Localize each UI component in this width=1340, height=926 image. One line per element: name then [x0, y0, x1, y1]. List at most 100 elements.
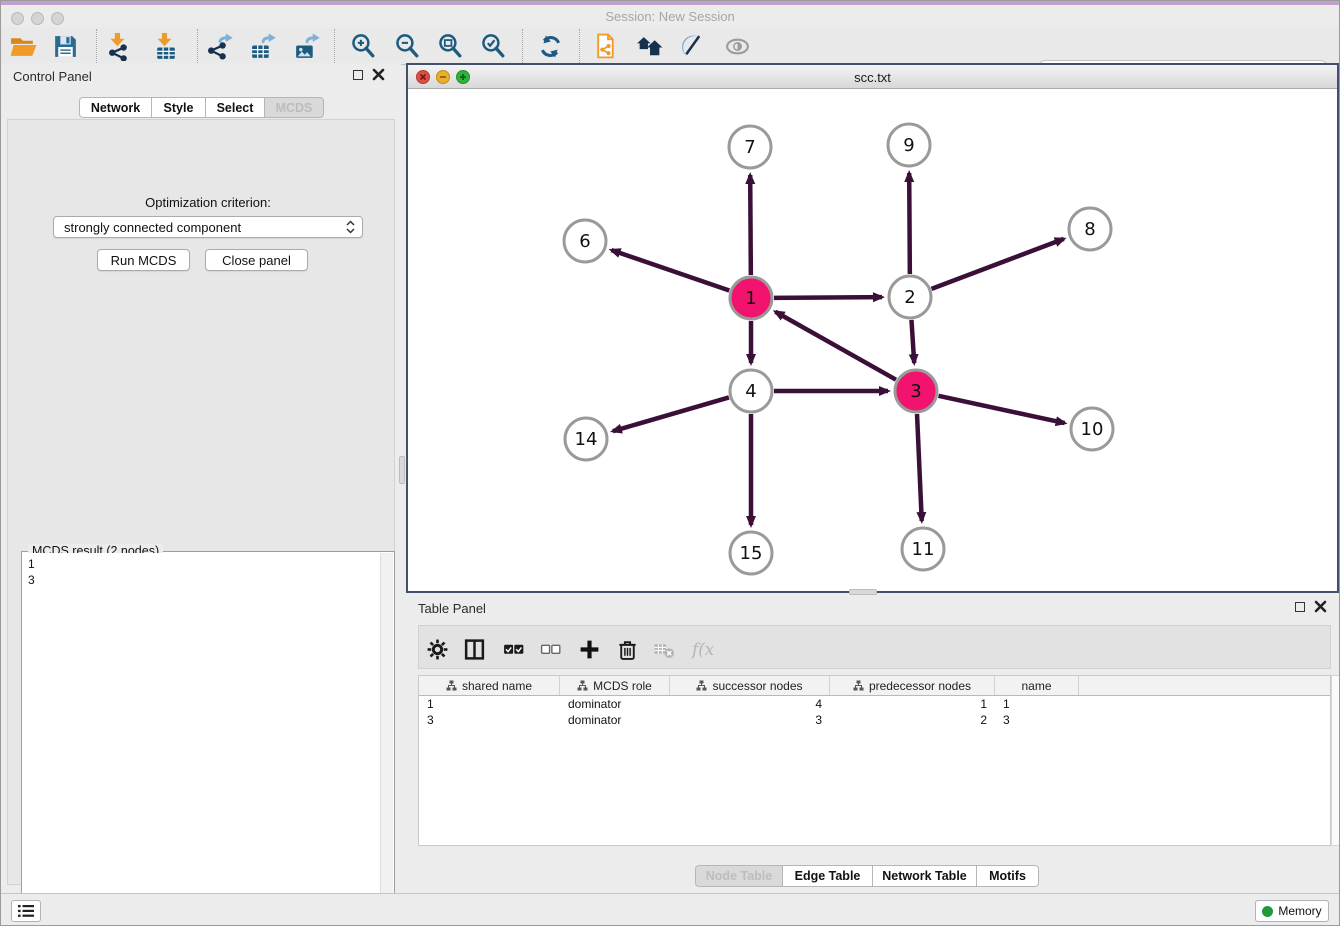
- table-cell[interactable]: 3: [419, 712, 560, 728]
- deselect-all-icon: [539, 638, 562, 661]
- graph-edge-3-1[interactable]: [775, 312, 896, 380]
- list-icon: [17, 904, 35, 918]
- tab-select[interactable]: Select: [206, 97, 265, 118]
- window-title: Session: New Session: [1, 9, 1339, 24]
- column-header-name[interactable]: name: [995, 676, 1079, 695]
- select-all-icon: [502, 638, 525, 661]
- close-panel-button[interactable]: Close panel: [205, 249, 308, 271]
- zoom-fit-button[interactable]: [433, 30, 467, 62]
- table-cell[interactable]: 1: [830, 696, 995, 712]
- table-cell[interactable]: dominator: [560, 712, 670, 728]
- tab-mcds[interactable]: MCDS: [265, 97, 324, 118]
- export-image-button[interactable]: [289, 30, 323, 62]
- export-network-button[interactable]: [202, 30, 236, 62]
- delete-column-button[interactable]: [614, 637, 640, 661]
- zoom-in-button[interactable]: [346, 30, 380, 62]
- network-view-window: scc.txt 7968124314101511: [406, 63, 1339, 593]
- task-history-button[interactable]: [11, 900, 41, 922]
- graph-edge-4-14[interactable]: [613, 397, 729, 431]
- column-header-MCDS-role[interactable]: MCDS role: [560, 676, 670, 695]
- memory-button[interactable]: Memory: [1255, 900, 1329, 922]
- tab-style[interactable]: Style: [152, 97, 206, 118]
- graph-node-label-14: 14: [575, 429, 598, 450]
- table-cell[interactable]: 3: [995, 712, 1079, 728]
- control-panel-header: Control Panel: [1, 63, 401, 89]
- graph-edge-2-9[interactable]: [909, 173, 910, 274]
- column-header-label: predecessor nodes: [869, 679, 971, 693]
- column-header-shared-name[interactable]: shared name: [419, 676, 560, 695]
- float-table-panel-icon[interactable]: [1295, 602, 1305, 612]
- column-type-icon: [853, 680, 864, 691]
- save-session-icon: [51, 32, 80, 61]
- app-window: Session: New Session Control Panel Netwo…: [0, 0, 1340, 926]
- refresh-icon: [536, 32, 565, 61]
- eye-button[interactable]: [720, 30, 754, 62]
- import-table-button[interactable]: [148, 30, 182, 62]
- criterion-dropdown[interactable]: strongly connected component: [53, 216, 363, 238]
- control-panel: Control Panel NetworkStyleSelectMCDS Opt…: [1, 63, 401, 893]
- panel-splitter-handle[interactable]: [399, 456, 405, 484]
- function-builder-button: f(x): [689, 637, 715, 661]
- column-header-predecessor-nodes[interactable]: predecessor nodes: [830, 676, 995, 695]
- network-canvas[interactable]: 7968124314101511: [408, 89, 1337, 590]
- details-button[interactable]: [675, 30, 709, 62]
- function-builder-icon: f(x): [691, 638, 714, 661]
- zoom-selected-button[interactable]: [476, 30, 510, 62]
- close-panel-icon[interactable]: [372, 68, 385, 81]
- select-all-button[interactable]: [500, 637, 526, 661]
- memory-status-icon: [1262, 906, 1273, 917]
- graph-edge-1-7[interactable]: [750, 175, 751, 275]
- import-table-icon: [151, 32, 180, 61]
- columns-button[interactable]: [461, 637, 487, 661]
- scrollbar[interactable]: [1331, 675, 1340, 846]
- export-table-button[interactable]: [245, 30, 279, 62]
- mcds-result-line: 1: [28, 556, 380, 572]
- scrollbar[interactable]: [380, 553, 393, 926]
- mcds-result-line: 3: [28, 572, 380, 588]
- criterion-dropdown-value: strongly connected component: [64, 220, 345, 235]
- toolbar-separator: [579, 29, 580, 63]
- column-header-label: successor nodes: [712, 679, 802, 693]
- tab-motifs[interactable]: Motifs: [977, 865, 1039, 887]
- gear-button[interactable]: [424, 637, 450, 661]
- table-cell[interactable]: 4: [670, 696, 830, 712]
- delete-table-icon: [653, 638, 676, 661]
- graph-edge-2-8[interactable]: [932, 239, 1064, 289]
- table-cell[interactable]: 1: [419, 696, 560, 712]
- table-row[interactable]: 1dominator411: [419, 696, 1330, 712]
- float-panel-icon[interactable]: [353, 70, 363, 80]
- home-button[interactable]: [632, 30, 666, 62]
- open-session-button[interactable]: [6, 30, 40, 62]
- zoom-out-button[interactable]: [390, 30, 424, 62]
- tab-network[interactable]: Network: [79, 97, 152, 118]
- graph-edge-3-11[interactable]: [917, 414, 922, 521]
- graph-node-label-6: 6: [579, 231, 590, 252]
- table-cell[interactable]: 1: [995, 696, 1079, 712]
- table-cell[interactable]: dominator: [560, 696, 670, 712]
- save-session-button[interactable]: [48, 30, 82, 62]
- import-network-button[interactable]: [102, 30, 136, 62]
- graph-edge-2-3[interactable]: [911, 320, 914, 363]
- network-file-button[interactable]: [589, 30, 623, 62]
- close-table-panel-icon[interactable]: [1314, 600, 1327, 613]
- eye-icon: [723, 32, 752, 61]
- table-cell[interactable]: 3: [670, 712, 830, 728]
- add-column-button[interactable]: [576, 637, 602, 661]
- graph-edge-1-2[interactable]: [774, 297, 882, 298]
- deselect-all-button[interactable]: [537, 637, 563, 661]
- tab-node-table[interactable]: Node Table: [695, 865, 783, 887]
- zoom-in-icon: [349, 32, 378, 61]
- tab-edge-table[interactable]: Edge Table: [783, 865, 873, 887]
- column-header-successor-nodes[interactable]: successor nodes: [670, 676, 830, 695]
- graph-edge-3-10[interactable]: [938, 396, 1064, 423]
- tab-network-table[interactable]: Network Table: [873, 865, 977, 887]
- toolbar-separator: [197, 29, 198, 63]
- run-mcds-button[interactable]: Run MCDS: [97, 249, 190, 271]
- table-cell[interactable]: 2: [830, 712, 995, 728]
- delete-column-icon: [616, 638, 639, 661]
- table-body: 1dominator4113dominator323: [419, 696, 1330, 728]
- table-row[interactable]: 3dominator323: [419, 712, 1330, 728]
- refresh-button[interactable]: [533, 30, 567, 62]
- graph-edge-1-6[interactable]: [611, 250, 729, 290]
- toolbar-separator: [522, 29, 523, 63]
